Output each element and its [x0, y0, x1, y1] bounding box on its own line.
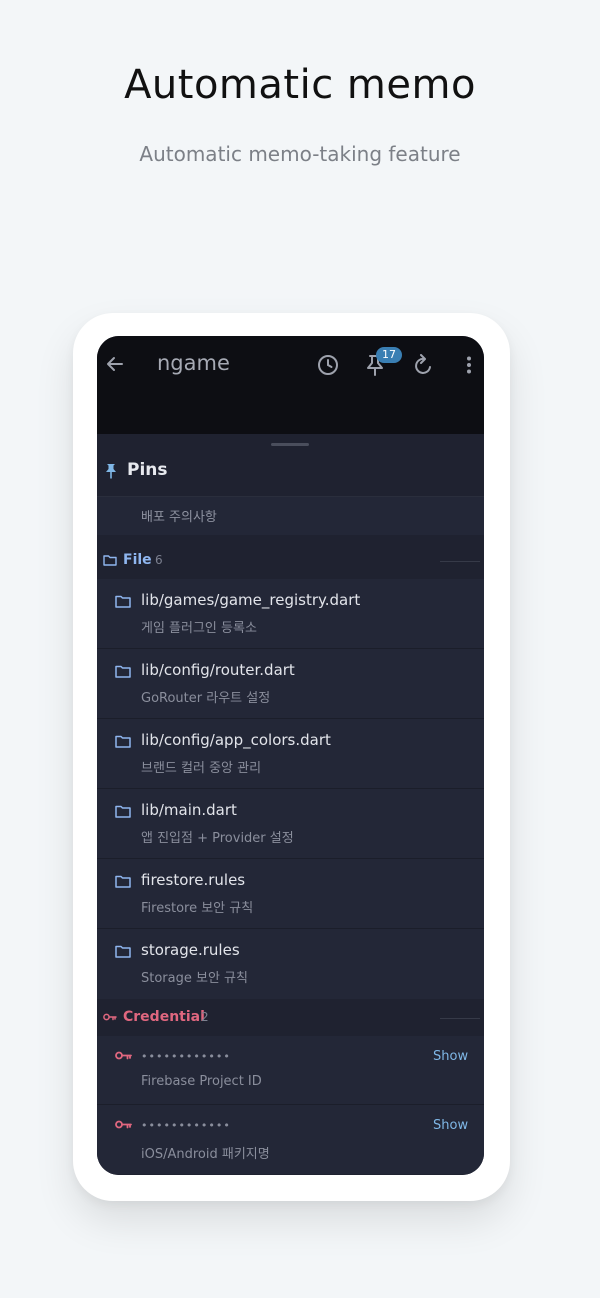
file-item[interactable]: lib/config/router.dart GoRouter 라우트 설정 [97, 649, 484, 719]
promo-subline: Automatic memo-taking feature [139, 142, 461, 166]
credential-description: Firebase Project ID [141, 1074, 262, 1089]
history-icon[interactable] [317, 354, 339, 376]
pin-count-badge: 17 [376, 347, 402, 363]
file-section-count: 6 [155, 553, 163, 567]
file-item[interactable]: lib/games/game_registry.dart 게임 플러그인 등록소 [97, 579, 484, 649]
back-arrow-icon[interactable] [105, 354, 125, 374]
key-icon [103, 1013, 117, 1021]
masked-value: •••••••••••• [141, 1119, 231, 1132]
promo-headline: Automatic memo [124, 62, 476, 108]
file-item[interactable]: lib/main.dart 앱 진입점 + Provider 설정 [97, 789, 484, 859]
pins-title: Pins [127, 460, 168, 480]
file-description: GoRouter 라우트 설정 [141, 691, 271, 706]
pin-icon [106, 464, 116, 479]
bottom-sheet: Pins 배포 주의사항 File 6 lib/games/game_regis… [97, 434, 484, 1175]
folder-icon [103, 555, 117, 566]
app-screen: ngame 17 Pins 배포 주의사항 File 6 lib/games/g… [97, 336, 484, 1175]
masked-value: •••••••••••• [141, 1050, 231, 1063]
pins-header: Pins [97, 454, 484, 496]
section-divider [440, 561, 480, 562]
file-description: 앱 진입점 + Provider 설정 [141, 831, 294, 846]
file-item[interactable]: lib/config/app_colors.dart 브랜드 컬러 중앙 관리 [97, 719, 484, 789]
credential-item[interactable]: •••••••••••• Firebase Project ID Show [97, 1036, 484, 1105]
pinned-memo-text: 배포 주의사항 [141, 510, 217, 525]
more-vert-icon[interactable] [466, 356, 472, 374]
key-icon [115, 1120, 132, 1129]
file-section-header: File 6 [97, 543, 484, 579]
file-description: Firestore 보안 규칙 [141, 901, 254, 916]
folder-icon [115, 805, 131, 818]
show-credential-button[interactable]: Show [433, 1049, 468, 1064]
credential-section-label: Credential [123, 1009, 205, 1025]
file-path: storage.rules [141, 941, 240, 959]
pinned-memo-item[interactable]: 배포 주의사항 [97, 497, 484, 535]
app-content-backdrop [97, 394, 484, 434]
project-title: ngame [157, 351, 230, 375]
folder-icon [115, 665, 131, 678]
folder-icon [115, 875, 131, 888]
credential-item[interactable]: •••••••••••• iOS/Android 패키지명 Show [97, 1105, 484, 1174]
sheet-drag-handle[interactable] [271, 443, 309, 446]
credential-description: iOS/Android 패키지명 [141, 1147, 270, 1162]
section-divider [440, 1018, 480, 1019]
folder-icon [115, 945, 131, 958]
file-description: 브랜드 컬러 중앙 관리 [141, 761, 262, 776]
file-description: Storage 보안 규칙 [141, 971, 248, 986]
credential-section-header: Credential 2 [97, 1000, 484, 1036]
file-item[interactable]: storage.rules Storage 보안 규칙 [97, 929, 484, 999]
credential-section-count: 2 [201, 1010, 209, 1024]
file-description: 게임 플러그인 등록소 [141, 621, 257, 636]
refresh-icon[interactable] [414, 354, 434, 376]
file-path: lib/config/router.dart [141, 661, 295, 679]
file-path: firestore.rules [141, 871, 246, 889]
app-bar: ngame 17 [97, 336, 484, 394]
file-path: lib/games/game_registry.dart [141, 591, 361, 609]
key-icon [115, 1051, 132, 1060]
file-path: lib/config/app_colors.dart [141, 731, 331, 749]
file-item[interactable]: firestore.rules Firestore 보안 규칙 [97, 859, 484, 929]
file-section-label: File [123, 552, 152, 568]
file-path: lib/main.dart [141, 801, 237, 819]
folder-icon [115, 735, 131, 748]
show-credential-button[interactable]: Show [433, 1118, 468, 1133]
folder-icon [115, 595, 131, 608]
